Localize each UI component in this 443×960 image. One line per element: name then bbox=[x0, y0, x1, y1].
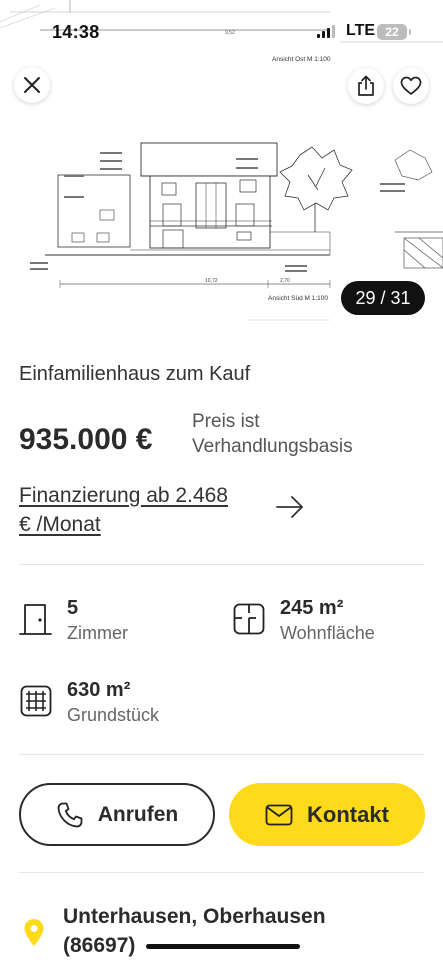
listing-title: Einfamilienhaus zum Kauf bbox=[19, 363, 251, 385]
feature-label: Grundstück bbox=[67, 705, 160, 725]
feature-living-area: 245 m² Wohnfläche bbox=[232, 597, 432, 651]
divider bbox=[19, 754, 424, 755]
close-button[interactable] bbox=[14, 67, 50, 103]
feature-label: Zimmer bbox=[67, 623, 128, 643]
feature-value: 245 m² bbox=[280, 597, 344, 619]
status-time: 14:38 bbox=[52, 22, 100, 42]
contact-button[interactable]: Kontakt bbox=[229, 783, 425, 846]
financing-line1: Finanzierung ab 2.468 bbox=[19, 484, 228, 507]
network-type: LTE bbox=[346, 22, 376, 39]
heart-icon bbox=[400, 76, 422, 95]
mail-icon bbox=[265, 804, 293, 825]
contact-button-label: Kontakt bbox=[307, 801, 389, 827]
feature-plot-area: 630 m² Grundstück bbox=[19, 679, 219, 733]
plan-dim-2: 2,70 bbox=[280, 278, 290, 284]
feature-rooms: 5 Zimmer bbox=[19, 597, 219, 651]
share-icon bbox=[358, 75, 374, 96]
call-button[interactable]: Anrufen bbox=[19, 783, 215, 846]
close-icon bbox=[24, 77, 40, 93]
signal-icon bbox=[317, 24, 335, 38]
phone-icon bbox=[57, 802, 83, 827]
feature-label: Wohnfläche bbox=[280, 623, 375, 643]
feature-value: 630 m² bbox=[67, 679, 131, 701]
feature-value: 5 bbox=[67, 597, 79, 619]
price-note: Preis ist Verhandlungsbasis bbox=[192, 409, 422, 459]
arrow-right-icon[interactable] bbox=[275, 494, 305, 520]
floorplan-icon bbox=[233, 603, 265, 635]
plan-label-south: Ansicht Süd M 1:100 bbox=[268, 295, 328, 302]
location-text: Unterhausen, Oberhausen (86697) bbox=[63, 902, 403, 960]
image-counter: 29 / 31 bbox=[341, 281, 425, 315]
plan-dim-1: 10,72 bbox=[205, 278, 218, 284]
plan-label-east: Ansicht Ost M 1:100 bbox=[272, 56, 331, 63]
financing-line2: € /Monat bbox=[19, 513, 101, 536]
divider bbox=[19, 564, 424, 565]
photo-gallery[interactable]: 9,52 Ansicht Ost M 1:100 10,72 2,70 Ansi… bbox=[0, 0, 443, 338]
grid-plot-icon bbox=[20, 685, 52, 717]
price: 935.000 € bbox=[19, 423, 153, 456]
favorite-button[interactable] bbox=[393, 68, 429, 104]
location-line1: Unterhausen, Oberhausen bbox=[63, 905, 326, 928]
financing-link[interactable]: Finanzierung ab 2.468 € /Monat bbox=[19, 481, 274, 539]
divider bbox=[19, 872, 424, 873]
battery-icon: 22 bbox=[377, 24, 411, 40]
door-icon bbox=[19, 604, 52, 635]
home-indicator[interactable] bbox=[146, 944, 300, 949]
call-button-label: Anrufen bbox=[97, 802, 179, 826]
status-bar: 14:38 LTE 22 bbox=[0, 0, 443, 50]
map-pin-icon bbox=[24, 919, 44, 946]
price-note-line2: Verhandlungsbasis bbox=[192, 436, 353, 457]
price-note-line1: Preis ist bbox=[192, 411, 260, 432]
share-button[interactable] bbox=[348, 68, 384, 104]
